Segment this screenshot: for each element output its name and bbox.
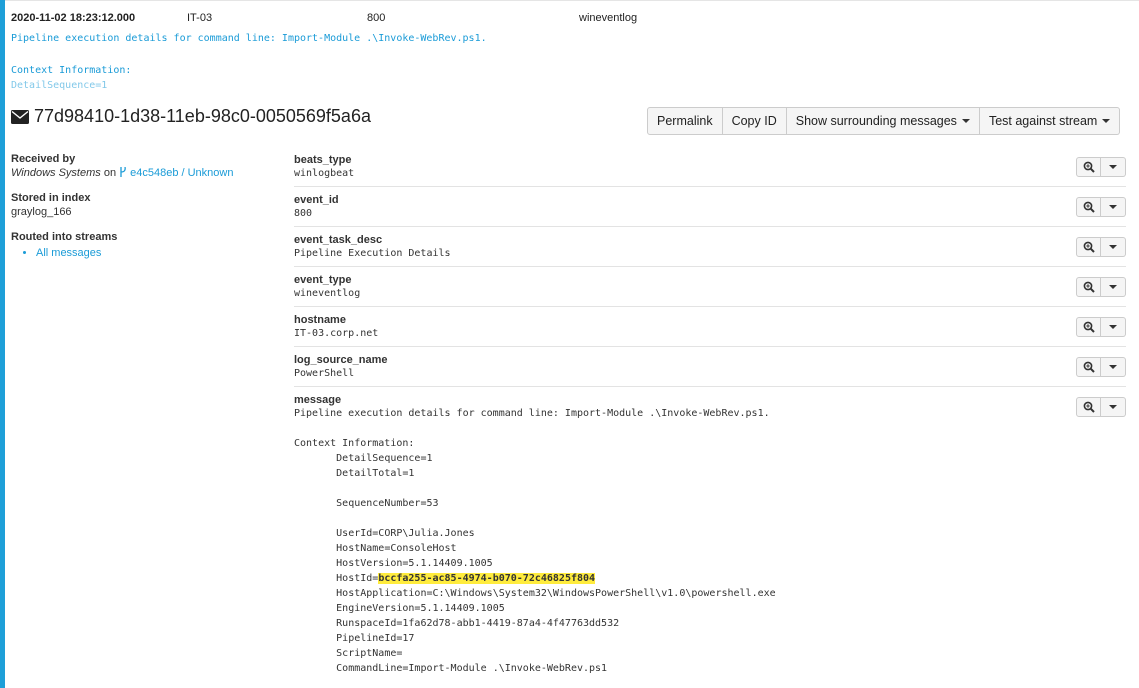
caret-down-icon xyxy=(1109,205,1117,209)
caret-down-icon xyxy=(1109,285,1117,289)
zoom-in-icon xyxy=(1083,241,1095,253)
permalink-label: Permalink xyxy=(657,114,713,128)
field-beats-type: beats_type winlogbeat xyxy=(294,147,1126,187)
summary-timestamp: 2020-11-02 18:23:12.000 xyxy=(11,12,136,24)
field-actions xyxy=(1076,237,1126,257)
received-by-value: Windows Systems on e4c548eb / Unknown xyxy=(11,166,281,179)
zoom-in-icon xyxy=(1083,361,1095,373)
caret-down-icon xyxy=(1109,245,1117,249)
node-link[interactable]: e4c548eb / Unknown xyxy=(130,167,233,179)
highlighted-host-id: bccfa255-ac85-4974-b070-72c46825f804 xyxy=(378,573,596,584)
field-value: winlogbeat xyxy=(294,168,355,179)
field-message: message Pipeline execution details for c… xyxy=(294,387,1126,676)
message-preview-line: Context Information: xyxy=(11,65,132,76)
message-text: Pipeline execution details for command l… xyxy=(294,408,770,584)
field-actions xyxy=(1076,397,1126,417)
message-text: HostApplication=C:\Windows\System32\Wind… xyxy=(336,588,776,674)
field-name: message xyxy=(294,394,342,406)
input-name: Windows Systems xyxy=(11,167,101,179)
message-body: Pipeline execution details for command l… xyxy=(294,406,1126,676)
field-dropdown-button[interactable] xyxy=(1101,277,1126,297)
field-dropdown-button[interactable] xyxy=(1101,237,1126,257)
zoom-in-icon xyxy=(1083,201,1095,213)
caret-down-icon xyxy=(961,119,970,123)
field-actions xyxy=(1076,317,1126,337)
field-dropdown-button[interactable] xyxy=(1101,197,1126,217)
received-by-label: Received by xyxy=(11,153,76,165)
field-actions xyxy=(1076,197,1126,217)
field-name: log_source_name xyxy=(294,354,388,366)
field-actions xyxy=(1076,277,1126,297)
field-name: hostname xyxy=(294,314,346,326)
message-id: 77d98410-1d38-11eb-98c0-0050569f5a6a xyxy=(34,106,371,126)
field-search-button[interactable] xyxy=(1076,317,1101,337)
field-search-button[interactable] xyxy=(1076,357,1101,377)
summary-event-id: 800 xyxy=(367,12,386,24)
stream-link-all-messages[interactable]: All messages xyxy=(36,247,101,259)
test-stream-label: Test against stream xyxy=(988,114,1098,128)
summary-channel: wineventlog xyxy=(579,12,638,24)
field-event-task-desc: event_task_desc Pipeline Execution Detai… xyxy=(294,227,1126,267)
field-dropdown-button[interactable] xyxy=(1101,157,1126,177)
field-value: 800 xyxy=(294,208,313,219)
field-dropdown-button[interactable] xyxy=(1101,397,1126,417)
zoom-in-icon xyxy=(1083,401,1095,413)
caret-down-icon xyxy=(1109,325,1117,329)
stream-list: All messages xyxy=(11,247,281,259)
message-preview-line: Pipeline execution details for command l… xyxy=(11,33,487,44)
test-against-stream-button[interactable]: Test against stream xyxy=(979,107,1121,135)
caret-down-icon xyxy=(1109,365,1117,369)
field-event-type: event_type wineventlog xyxy=(294,267,1126,307)
field-actions xyxy=(1076,157,1126,177)
routed-into-streams-label: Routed into streams xyxy=(11,231,118,243)
field-search-button[interactable] xyxy=(1076,157,1101,177)
field-value: wineventlog xyxy=(294,288,361,299)
caret-down-icon xyxy=(1109,405,1117,409)
zoom-in-icon xyxy=(1083,161,1095,173)
field-value: IT-03.corp.net xyxy=(294,328,379,339)
field-value: Pipeline Execution Details xyxy=(294,248,451,259)
field-dropdown-button[interactable] xyxy=(1101,317,1126,337)
stream-item: All messages xyxy=(36,247,281,259)
field-search-button[interactable] xyxy=(1076,237,1101,257)
field-actions xyxy=(1076,357,1126,377)
field-name: event_type xyxy=(294,274,352,286)
caret-down-icon xyxy=(1109,165,1117,169)
field-search-button[interactable] xyxy=(1076,197,1101,217)
message-detail: 2020-11-02 18:23:12.000 IT-03 800 wineve… xyxy=(11,0,1139,688)
envelope-icon xyxy=(11,109,29,124)
message-metadata: Received by Windows Systems on e4c548eb … xyxy=(11,153,281,272)
permalink-button[interactable]: Permalink xyxy=(647,107,723,135)
show-surrounding-messages-button[interactable]: Show surrounding messages xyxy=(786,107,980,135)
message-preview-line: DetailSequence=1 xyxy=(11,80,108,91)
caret-down-icon xyxy=(1102,119,1111,123)
zoom-in-icon xyxy=(1083,321,1095,333)
copy-id-button[interactable]: Copy ID xyxy=(722,107,787,135)
field-hostname: hostname IT-03.corp.net xyxy=(294,307,1126,347)
field-search-button[interactable] xyxy=(1076,397,1101,417)
node-icon xyxy=(120,166,126,177)
field-name: beats_type xyxy=(294,154,352,166)
message-id-heading: 77d98410-1d38-11eb-98c0-0050569f5a6a xyxy=(11,106,371,127)
message-selected-indicator xyxy=(0,0,5,688)
field-log-source-name: log_source_name PowerShell xyxy=(294,347,1126,387)
zoom-in-icon xyxy=(1083,281,1095,293)
index-name: graylog_166 xyxy=(11,206,72,218)
field-value: PowerShell xyxy=(294,368,355,379)
field-name: event_task_desc xyxy=(294,234,383,246)
field-name: event_id xyxy=(294,194,339,206)
surrounding-label: Show surrounding messages xyxy=(795,114,957,128)
field-search-button[interactable] xyxy=(1076,277,1101,297)
message-fields: beats_type winlogbeat event_id 800 event… xyxy=(294,147,1126,676)
stored-in-index-label: Stored in index xyxy=(11,192,91,204)
field-dropdown-button[interactable] xyxy=(1101,357,1126,377)
copy-id-label: Copy ID xyxy=(731,114,777,128)
message-actions: Permalink Copy ID Show surrounding messa… xyxy=(647,107,1121,135)
on-text: on xyxy=(100,167,120,179)
field-event-id: event_id 800 xyxy=(294,187,1126,227)
summary-source: IT-03 xyxy=(187,12,213,24)
